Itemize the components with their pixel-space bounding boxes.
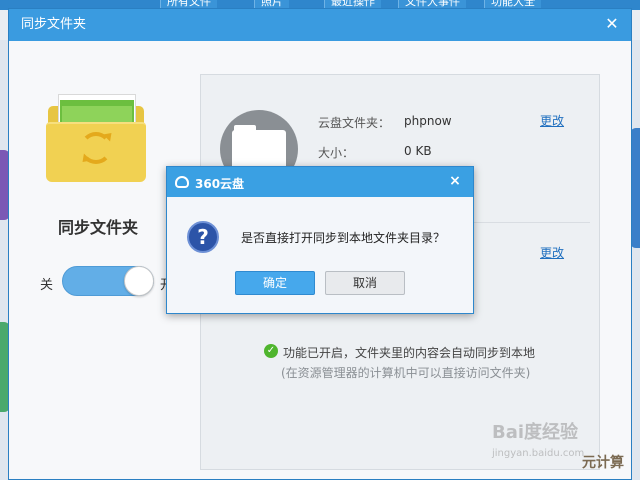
background-tab: 照片	[254, 0, 289, 8]
confirm-dialog: 360云盘 × ? 是否直接打开同步到本地文件夹目录？ 确定 取消	[166, 166, 474, 314]
ok-button[interactable]: 确定	[235, 271, 315, 295]
sync-toggle-switch[interactable]	[62, 266, 154, 296]
change-folder-link[interactable]: 更改	[540, 112, 564, 129]
watermark-url: jingyan.baidu.com	[492, 448, 585, 459]
window-title: 同步文件夹	[21, 17, 87, 32]
size-label: 大小：	[318, 146, 355, 160]
dialog-title: 360云盘	[195, 177, 245, 191]
sync-folder-heading: 同步文件夹	[58, 218, 139, 237]
dialog-message: 是否直接打开同步到本地文件夹目录？	[241, 231, 446, 245]
question-icon: ?	[187, 221, 219, 253]
sync-status-text: 功能已开启，文件夹里的内容会自动同步到本地	[283, 346, 536, 360]
check-icon: ✓	[264, 344, 278, 358]
toggle-knob[interactable]	[124, 266, 154, 296]
background-tab: 最近操作	[324, 0, 381, 8]
toggle-off-label: 关	[40, 278, 54, 293]
cancel-button[interactable]: 取消	[325, 271, 405, 295]
background-tab: 文件大事件	[398, 0, 466, 8]
background-tab: 功能大全	[484, 0, 541, 8]
dialog-titlebar: 360云盘 ×	[167, 167, 473, 197]
size-value: 0 KB	[404, 144, 432, 158]
watermark-corner: 元计算	[582, 455, 624, 471]
sync-hint-text: (在资源管理器的计算机中可以直接访问文件夹)	[281, 366, 531, 380]
dialog-close-icon[interactable]: ×	[447, 173, 463, 189]
close-icon[interactable]: ✕	[603, 15, 621, 33]
sync-folder-icon	[46, 92, 156, 187]
window-titlebar: 同步文件夹 ✕	[9, 9, 631, 41]
cloud-folder-label: 云盘文件夹：	[318, 116, 391, 130]
watermark-brand: Bai度经验	[492, 422, 579, 443]
background-tab: 所有文件	[160, 0, 217, 8]
cloud-folder-value: phpnow	[404, 114, 452, 128]
cloud-logo-icon	[175, 176, 189, 188]
change-local-path-link[interactable]: 更改	[540, 244, 564, 261]
